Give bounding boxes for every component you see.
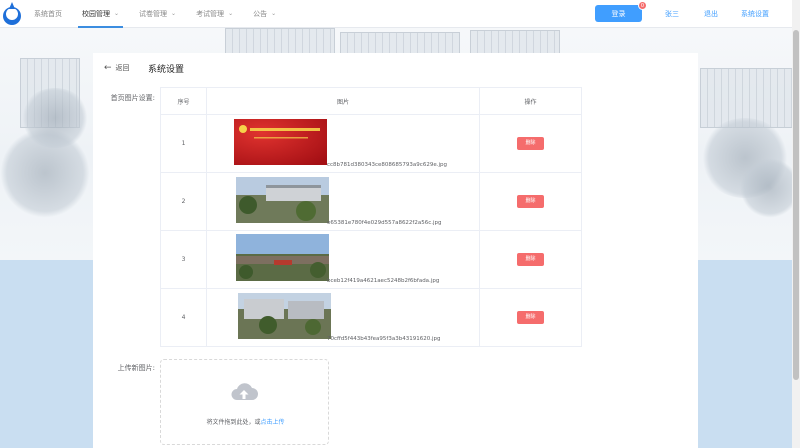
image-table: 序号 图片 操作 1 cc8b781d380343ce808685793a9c6… xyxy=(160,87,582,347)
upload-hint: 将文件拖到此处，或点击上传 xyxy=(161,417,330,426)
action-cell: 删除 xyxy=(479,114,582,173)
main-nav: 系统首页 校园管理 ⌄ 试卷管理 ⌄ 考试管理 ⌄ 公告 ⌄ xyxy=(30,0,292,28)
file-name: bceb12f419a4621aec5248b2f6bfada.jpg xyxy=(327,278,440,284)
upload-link[interactable]: 点击上传 xyxy=(261,419,285,426)
nav-item-campus[interactable]: 校园管理 ⌄ xyxy=(78,0,124,28)
logo-icon xyxy=(3,2,21,25)
back-button[interactable]: ← 返回 xyxy=(104,63,130,73)
delete-button[interactable]: 删除 xyxy=(517,253,544,266)
nav-item-papers[interactable]: 试卷管理 ⌄ xyxy=(135,0,180,28)
logout-link[interactable]: 退出 xyxy=(704,0,718,28)
column-header-index: 序号 xyxy=(160,87,207,115)
image-cell: 70cffd5f443b43fea95f3a3b43191620.jpg xyxy=(206,288,480,347)
campus-image xyxy=(238,293,331,339)
action-cell: 删除 xyxy=(479,172,582,231)
nav-label: 校园管理 xyxy=(82,10,110,18)
home-images-label: 首页图片设置: xyxy=(110,94,155,102)
scrollbar-thumb[interactable] xyxy=(793,30,799,380)
top-navigation-bar: 系统首页 校园管理 ⌄ 试卷管理 ⌄ 考试管理 ⌄ 公告 ⌄ 登录 0 张三 退出 系统… xyxy=(0,0,800,28)
table-row: 4 70cffd5f443b43fea95f3a3b43191620.jpg 删… xyxy=(160,288,582,347)
settings-link[interactable]: 系统设置 xyxy=(741,0,769,28)
nav-label: 试卷管理 xyxy=(139,10,168,18)
nav-label: 公告 xyxy=(253,10,268,18)
upload-label: 上传新图片: xyxy=(117,364,155,372)
settings-panel: ← 返回 系统设置 首页图片设置: 序号 图片 操作 1 cc8b781d380… xyxy=(93,53,698,448)
row-index: 1 xyxy=(160,114,207,173)
cloud-upload-icon xyxy=(231,383,258,400)
table-row: 3 bceb12f419a4621aec5248b2f6bfada.jpg 删除 xyxy=(160,230,582,289)
chevron-down-icon: ⌄ xyxy=(171,10,177,17)
row-index: 3 xyxy=(160,230,207,289)
row-index: 4 xyxy=(160,288,207,347)
notification-badge: 0 xyxy=(638,1,647,10)
nav-item-announcements[interactable]: 公告 ⌄ xyxy=(249,0,280,28)
nav-label: 系统首页 xyxy=(34,10,62,18)
table-header-row: 序号 图片 操作 xyxy=(160,87,582,115)
upload-hint-text: 将文件拖到此处，或 xyxy=(206,419,261,426)
column-header-action: 操作 xyxy=(479,87,582,115)
table-row: 1 cc8b781d380343ce808685793a9c629e.jpg 删… xyxy=(160,114,582,173)
image-cell: bceb12f419a4621aec5248b2f6bfada.jpg xyxy=(206,230,480,289)
action-cell: 删除 xyxy=(479,288,582,347)
file-name: 70cffd5f443b43fea95f3a3b43191620.jpg xyxy=(327,336,441,342)
nav-item-exams[interactable]: 考试管理 ⌄ xyxy=(192,0,237,28)
page-title: 系统设置 xyxy=(148,65,185,75)
delete-button[interactable]: 删除 xyxy=(517,311,544,324)
chevron-down-icon: ⌄ xyxy=(228,10,234,17)
action-cell: 删除 xyxy=(479,230,582,289)
image-cell: cc8b781d380343ce808685793a9c629e.jpg xyxy=(206,114,480,173)
login-button[interactable]: 登录 xyxy=(595,5,642,22)
page-scrollbar[interactable] xyxy=(792,0,800,448)
delete-button[interactable]: 删除 xyxy=(517,137,544,150)
table-row: 2 e65381e780f4e029d557a8622f2a56c.jpg 删除 xyxy=(160,172,582,231)
upload-dropzone[interactable]: 将文件拖到此处，或点击上传 xyxy=(160,359,329,445)
user-link[interactable]: 张三 xyxy=(665,0,679,28)
file-name: e65381e780f4e029d557a8622f2a56c.jpg xyxy=(327,220,442,226)
chevron-down-icon: ⌄ xyxy=(271,10,277,17)
delete-button[interactable]: 删除 xyxy=(517,195,544,208)
chevron-down-icon: ⌄ xyxy=(114,10,120,17)
column-header-image: 图片 xyxy=(206,87,480,115)
nav-label: 考试管理 xyxy=(196,10,225,18)
campus-image xyxy=(236,234,329,281)
back-label: 返回 xyxy=(115,64,130,72)
nav-item-home[interactable]: 系统首页 xyxy=(30,0,66,28)
arrow-left-icon: ← xyxy=(104,63,112,73)
file-name: cc8b781d380343ce808685793a9c629e.jpg xyxy=(327,162,447,168)
campus-image xyxy=(236,177,329,223)
image-cell: e65381e780f4e029d557a8622f2a56c.jpg xyxy=(206,172,480,231)
row-index: 2 xyxy=(160,172,207,231)
banner-image xyxy=(234,119,327,165)
